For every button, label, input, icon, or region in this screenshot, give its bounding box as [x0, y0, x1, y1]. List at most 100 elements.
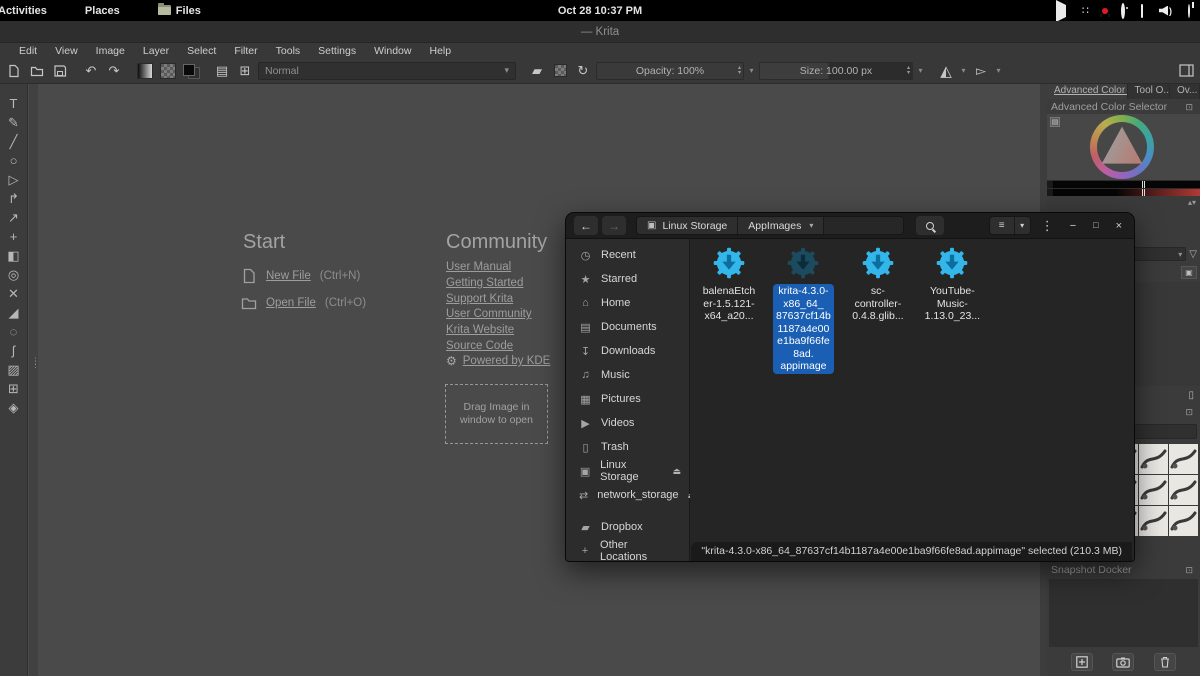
sidebar-item[interactable]: + Other Locations [566, 539, 689, 561]
pan-tool[interactable]: ◈ [2, 398, 26, 417]
mirror-view-button[interactable]: ◭ [936, 61, 956, 81]
menu-item[interactable]: Image [87, 45, 134, 57]
filter-funnel-icon[interactable]: ▽ [1189, 249, 1197, 260]
file-item[interactable]: YouTube- Music- 1.13.0_23... [918, 246, 986, 324]
file-item[interactable]: sc- controller- 0.4.8.glib... [844, 246, 912, 324]
eject-icon[interactable]: ⏏ [672, 466, 681, 477]
display-icon[interactable] [1141, 5, 1143, 17]
fill-tool[interactable]: ◧ [2, 246, 26, 265]
path-bar-trailing[interactable] [823, 217, 903, 234]
path-segment-folder[interactable]: AppImages ▾ [737, 217, 823, 234]
docker-float-icon[interactable]: ⊡ [1185, 407, 1196, 418]
drag-image-dropzone[interactable]: Drag Image in window to open [445, 384, 548, 444]
eraser-mode-button[interactable]: ▰ [527, 61, 547, 81]
forward-button[interactable]: → [602, 216, 626, 235]
open-document-button[interactable] [27, 61, 47, 81]
undo-button[interactable]: ↶ [81, 61, 101, 81]
brush-preset-thumbnail[interactable] [1169, 475, 1198, 505]
sidebar-item[interactable]: ↧ Downloads [566, 339, 689, 363]
files-grid[interactable]: balenaEtch er-1.5.121- x64_a20... [690, 239, 1134, 561]
magnetic-select-tool[interactable]: ⊞ [2, 379, 26, 398]
minimize-button[interactable]: − [1070, 220, 1076, 232]
transform-tool[interactable]: ↗ [2, 208, 26, 227]
powered-by-kde-link[interactable]: ⚙ Powered by KDE [446, 354, 550, 368]
docker-tab[interactable]: Ov... [1170, 84, 1200, 99]
mirror-dropdown[interactable]: ▾ [959, 62, 968, 80]
fg-bg-colors[interactable] [181, 61, 201, 81]
polygonal-select-tool[interactable]: ▨ [2, 360, 26, 379]
camera-snapshot-button[interactable] [1112, 653, 1134, 671]
opacity-slider[interactable]: Opacity: 100%▴▾ [596, 62, 744, 80]
menu-item[interactable]: Filter [225, 45, 266, 57]
color-slider-2[interactable] [1047, 189, 1200, 196]
opacity-dropdown[interactable]: ▾ [747, 62, 756, 80]
new-document-button[interactable] [4, 61, 24, 81]
brush-preset-thumbnail[interactable] [1169, 506, 1198, 536]
volume-icon[interactable]: ) [1159, 6, 1172, 16]
docker-settings-icon[interactable]: ⊡ [1185, 102, 1196, 113]
list-view-button[interactable]: ≡ [990, 217, 1014, 234]
sidebar-item[interactable]: ▤ Documents [566, 315, 689, 339]
sidebar-item[interactable]: ★ Starred [566, 267, 689, 291]
elliptical-select-tool[interactable]: ◌ [2, 322, 26, 341]
wrap-dropdown[interactable]: ▾ [994, 62, 1003, 80]
places-menu[interactable]: Places [79, 5, 126, 17]
smart-patch-tool[interactable]: ✕ [2, 284, 26, 303]
color-sampler-tool[interactable]: ◎ [2, 265, 26, 284]
menu-item[interactable]: Help [420, 45, 460, 57]
new-file-link[interactable]: New File [266, 270, 311, 282]
pattern-chooser[interactable] [158, 61, 178, 81]
view-options-dropdown[interactable]: ▾ [1014, 217, 1030, 234]
open-file-link[interactable]: Open File [266, 297, 316, 309]
sidebar-item[interactable]: ⇄ network_storage ⏏ [566, 483, 689, 507]
back-button[interactable]: ← [574, 216, 598, 235]
new-file-row[interactable]: New File (Ctrl+N) [241, 268, 360, 284]
gradient-chooser[interactable] [135, 61, 155, 81]
preset-size-spin[interactable]: ▣ [1181, 266, 1197, 279]
sidebar-item[interactable]: ⌂ Home [566, 291, 689, 315]
blending-mode-select[interactable]: Normal▾ [258, 62, 516, 80]
reload-preset-button[interactable]: ↻ [573, 61, 593, 81]
polyline-tool[interactable]: ↱ [2, 189, 26, 208]
move-tool[interactable]: + [2, 227, 26, 246]
color-slider-1[interactable] [1047, 181, 1200, 188]
sidebar-item[interactable]: ▰ Dropbox [566, 515, 689, 539]
size-slider[interactable]: Size: 100.00 px▴▾ [759, 62, 913, 80]
docker-float-icon[interactable]: ⊡ [1185, 565, 1196, 576]
community-link[interactable]: User Manual [446, 261, 511, 273]
file-item[interactable]: krita-4.3.0- x86_64_ 87637cf14b 1187a4e0… [769, 246, 837, 374]
sidebar-item[interactable]: ▦ Pictures [566, 387, 689, 411]
brush-preset-thumbnail[interactable] [1139, 444, 1168, 474]
trash-icon[interactable]: ▯ [1188, 390, 1194, 401]
sidebar-item[interactable]: ▶ Videos [566, 411, 689, 435]
delete-snapshot-button[interactable] [1154, 653, 1176, 671]
preserve-alpha-button[interactable] [550, 61, 570, 81]
line-tool[interactable]: ╱ [2, 132, 26, 151]
community-link[interactable]: Getting Started [446, 277, 523, 289]
file-item[interactable]: balenaEtch er-1.5.121- x64_a20... [695, 246, 763, 324]
menu-item[interactable]: Edit [10, 45, 46, 57]
menu-kebab-icon[interactable]: ⋮ [1035, 218, 1060, 234]
community-link[interactable]: Krita Website [446, 324, 514, 336]
text-tool[interactable]: T [2, 94, 26, 113]
power-icon[interactable] [1188, 5, 1190, 17]
snapshot-list[interactable] [1049, 579, 1198, 647]
sidebar-item[interactable]: ♫ Music [566, 363, 689, 387]
sidebar-item[interactable]: ◷ Recent [566, 243, 689, 267]
save-button[interactable] [50, 61, 70, 81]
brush-presets-button[interactable]: ⊞ [235, 61, 255, 81]
spin-buttons[interactable]: ▴▾ [1188, 198, 1196, 207]
community-link[interactable]: User Community [446, 308, 532, 320]
brush-preset-thumbnail[interactable] [1139, 475, 1168, 505]
ellipse-tool[interactable]: ○ [2, 151, 26, 170]
workspace-chooser-button[interactable] [1176, 61, 1196, 81]
menu-item[interactable]: Window [365, 45, 420, 57]
add-snapshot-button[interactable] [1071, 653, 1093, 671]
calligraphy-tool[interactable]: ✎ [2, 113, 26, 132]
files-app-menu[interactable]: Files [152, 5, 207, 17]
redo-button[interactable]: ↷ [104, 61, 124, 81]
gradient-tool[interactable]: ◢ [2, 303, 26, 322]
sidebar-item[interactable]: ▯ Trash [566, 435, 689, 459]
size-dropdown[interactable]: ▾ [916, 62, 925, 80]
telegram-icon[interactable] [1056, 5, 1066, 17]
